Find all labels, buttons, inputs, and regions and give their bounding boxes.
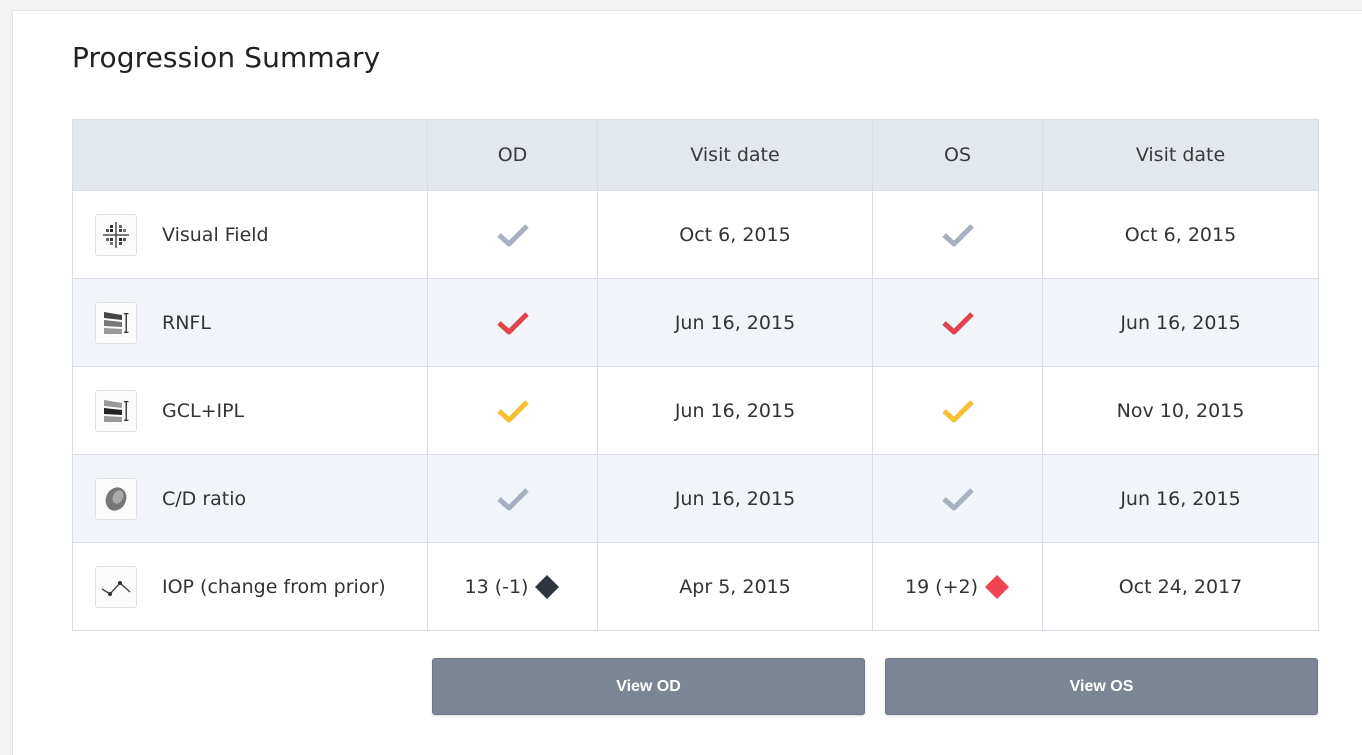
table-row-rnfl: RNFL Jun 16, 2015 Jun 16, 2015 [72, 278, 1319, 367]
gray-check-icon [941, 487, 974, 510]
progression-table: OD Visit date OS Visit date Visual Field… [72, 119, 1319, 631]
os-status-cell [872, 278, 1043, 367]
od-iop-value: 13 [464, 575, 489, 598]
yellow-check-icon [496, 399, 529, 422]
view-od-button[interactable]: View OD [432, 658, 865, 715]
os-status-cell [872, 454, 1043, 543]
table-row-iop: IOP (change from prior) 13 (-1) Apr 5, 2… [72, 542, 1319, 631]
row-label: IOP (change from prior) [162, 575, 386, 598]
od-iop-cell: 13 (-1) [427, 542, 598, 631]
cd-ratio-icon [95, 477, 137, 520]
row-label: RNFL [162, 311, 211, 334]
row-label-cell: Visual Field [72, 190, 428, 279]
red-check-icon [941, 311, 974, 334]
row-label: GCL+IPL [162, 399, 245, 422]
gray-check-icon [496, 487, 529, 510]
od-iop-change: (-1) [494, 575, 529, 598]
gray-check-icon [941, 223, 974, 246]
od-visit-date: Jun 16, 2015 [597, 366, 873, 455]
gray-check-icon [496, 223, 529, 246]
table-row-cd-ratio: C/D ratio Jun 16, 2015 Jun 16, 2015 [72, 454, 1319, 543]
os-visit-date: Jun 16, 2015 [1042, 454, 1319, 543]
os-status-cell [872, 366, 1043, 455]
red-check-icon [496, 311, 529, 334]
os-iop-cell: 19 (+2) [872, 542, 1043, 631]
row-label-cell: RNFL [72, 278, 428, 367]
iop-trend-icon [95, 565, 137, 608]
header-label-column [72, 119, 428, 191]
dark-diamond-icon [535, 574, 560, 599]
page-title: Progression Summary [72, 41, 381, 74]
os-visit-date: Oct 24, 2017 [1042, 542, 1319, 631]
gcl-ipl-icon [95, 389, 137, 432]
od-visit-date: Jun 16, 2015 [597, 278, 873, 367]
view-os-button[interactable]: View OS [885, 658, 1318, 715]
od-status-cell [427, 454, 598, 543]
visual-field-icon [95, 213, 137, 256]
row-label-cell: C/D ratio [72, 454, 428, 543]
table-row-visual-field: Visual Field Oct 6, 2015 Oct 6, 2015 [72, 190, 1319, 279]
od-visit-date: Apr 5, 2015 [597, 542, 873, 631]
red-diamond-icon [985, 574, 1010, 599]
od-visit-date: Oct 6, 2015 [597, 190, 873, 279]
header-os-visit-date: Visit date [1042, 119, 1319, 191]
table-header-row: OD Visit date OS Visit date [72, 119, 1319, 191]
yellow-check-icon [941, 399, 974, 422]
header-od: OD [427, 119, 598, 191]
od-status-cell [427, 366, 598, 455]
os-iop-change: (+2) [935, 575, 979, 598]
os-iop-value: 19 [904, 575, 930, 598]
row-label: Visual Field [162, 223, 269, 246]
row-label-cell: GCL+IPL [72, 366, 428, 455]
os-visit-date: Oct 6, 2015 [1042, 190, 1319, 279]
row-label-cell: IOP (change from prior) [72, 542, 428, 631]
row-label: C/D ratio [162, 487, 247, 510]
table-row-gcl-ipl: GCL+IPL Jun 16, 2015 Nov 10, 2015 [72, 366, 1319, 455]
os-visit-date: Jun 16, 2015 [1042, 278, 1319, 367]
od-status-cell [427, 278, 598, 367]
rnfl-icon [95, 301, 137, 344]
od-status-cell [427, 190, 598, 279]
progression-summary-card: Progression Summary OD Visit date OS Vis… [12, 10, 1362, 755]
od-visit-date: Jun 16, 2015 [597, 454, 873, 543]
os-status-cell [872, 190, 1043, 279]
header-os: OS [872, 119, 1043, 191]
os-visit-date: Nov 10, 2015 [1042, 366, 1319, 455]
header-od-visit-date: Visit date [597, 119, 873, 191]
